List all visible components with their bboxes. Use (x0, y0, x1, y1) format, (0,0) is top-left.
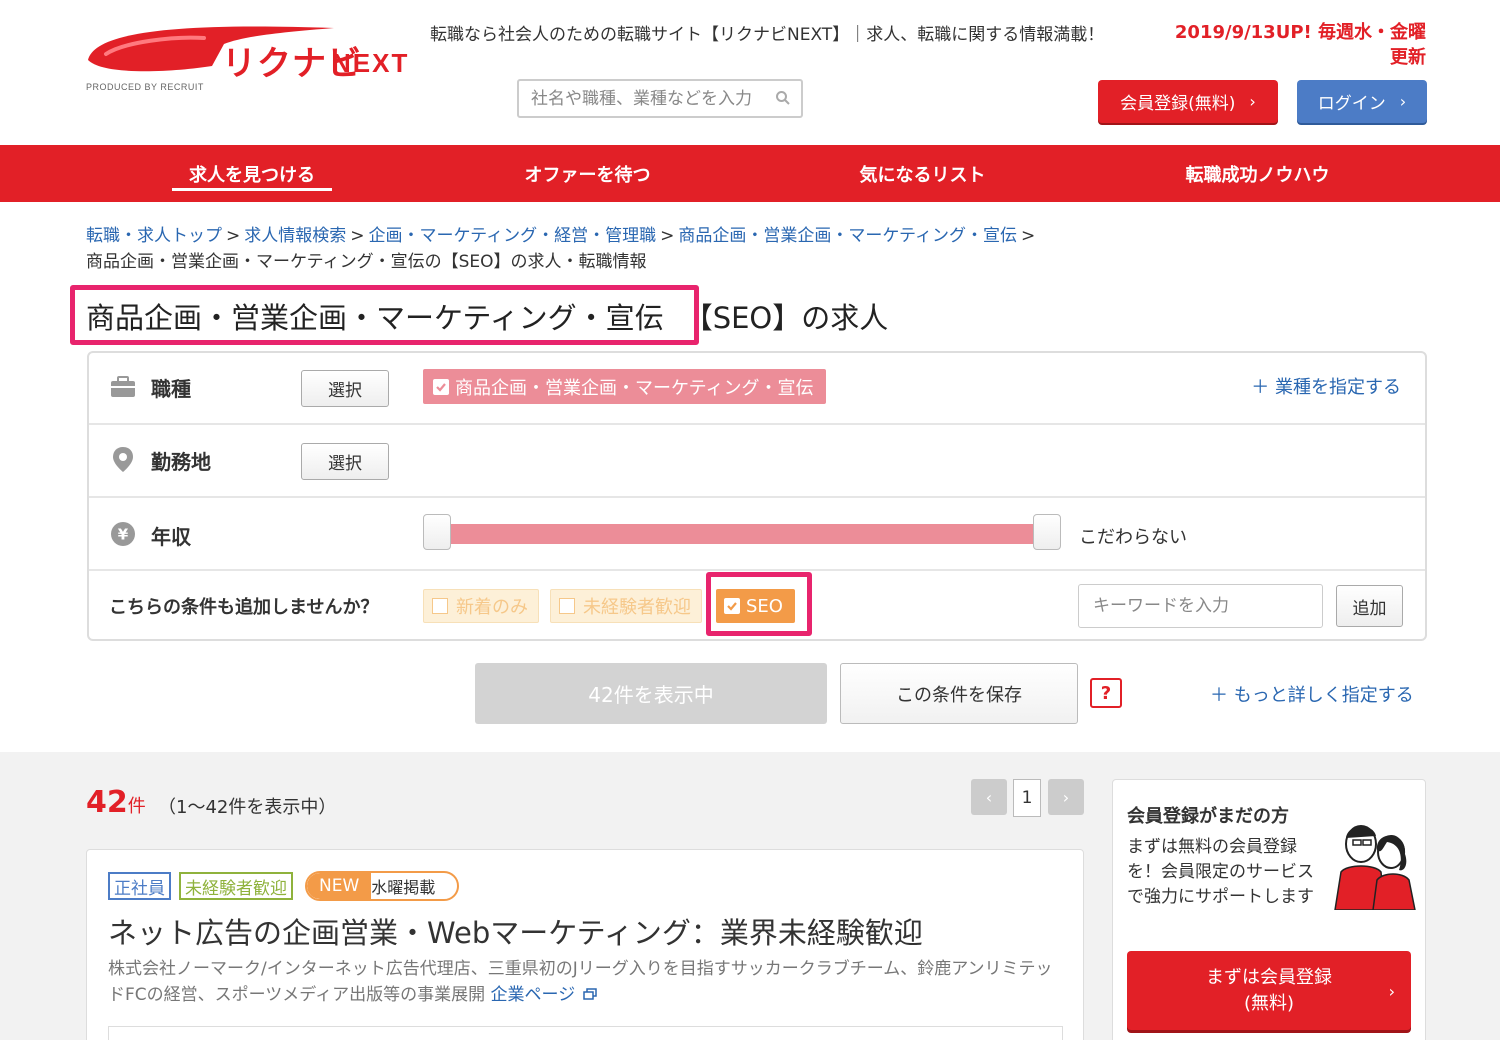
salary-slider-track[interactable] (437, 524, 1037, 544)
job-type-chip[interactable]: 商品企画・営業企画・マーケティング・宣伝 (423, 369, 826, 404)
pagination-page-number[interactable]: 1 (1013, 779, 1041, 817)
location-pin-icon (113, 447, 133, 472)
signup-promo-title: 会員登録がまだの方 (1127, 806, 1289, 827)
login-button[interactable]: ログイン › (1297, 80, 1427, 123)
conditions-label: こちらの条件も追加しませんか？ (109, 597, 379, 618)
salary-slider-max-handle[interactable] (1033, 514, 1061, 550)
checkbox-checked-icon (433, 378, 449, 395)
briefcase-icon (111, 376, 135, 397)
breadcrumb: 転職・求人トップ > 求人情報検索 > 企画・マーケティング・経営・管理職 > 商品企画・営… (86, 223, 1426, 275)
posting-day: 水曜掲載 (371, 878, 436, 897)
pagination-prev-button[interactable]: ‹ (971, 779, 1007, 815)
help-icon[interactable]: ? (1090, 678, 1122, 708)
condition-label: 未経験者歓迎 (583, 597, 691, 618)
job-type-select-button[interactable]: 選択 (301, 370, 389, 407)
signup-promo-button-text: まずは会員登録 (無料) (1206, 965, 1332, 1017)
filter-row-salary: ¥ 年収 こだわらない (89, 498, 1425, 571)
nav-wait-offers[interactable]: オファーを待つ (505, 145, 670, 202)
register-label: 会員登録(無料) (1120, 94, 1236, 114)
keyword-add-button[interactable]: 追加 (1336, 585, 1403, 627)
nav-find-jobs[interactable]: 求人を見つける (172, 145, 332, 202)
login-label: ログイン (1317, 94, 1386, 114)
breadcrumb-link[interactable]: 商品企画・営業企画・マーケティング・宣伝 (678, 226, 1017, 246)
logo-produced-by: PRODUCED BY RECRUIT (86, 82, 204, 92)
search-icon[interactable] (775, 90, 791, 106)
job-type-chip-label: 商品企画・営業企画・マーケティング・宣伝 (455, 377, 814, 399)
nav-favorites[interactable]: 気になるリスト (840, 145, 1005, 202)
title-highlight-frame (70, 285, 699, 345)
yen-icon: ¥ (111, 522, 135, 546)
result-count-number: 42 (86, 785, 128, 820)
breadcrumb-separator: > (660, 226, 675, 246)
breadcrumb-separator: > (1021, 226, 1036, 246)
salary-value-text: こだわらない (1079, 527, 1187, 548)
location-select-button[interactable]: 選択 (301, 443, 389, 480)
signup-promo-description: まずは無料の会員登録を！会員限定のサービスで強力にサポートします (1127, 837, 1314, 907)
filter-row-location: 勤務地 選択 (89, 425, 1425, 498)
save-conditions-button[interactable]: この条件を保存 (840, 663, 1078, 724)
signup-promo-button-line2: (無料) (1243, 992, 1295, 1014)
people-illustration-icon (1334, 825, 1416, 910)
seo-highlight-frame (706, 572, 812, 636)
search-input[interactable] (519, 81, 759, 116)
job-card-detail-box (108, 1026, 1063, 1040)
location-label: 勤務地 (151, 450, 211, 474)
breadcrumb-link[interactable]: 企画・マーケティング・経営・管理職 (369, 226, 657, 246)
checkbox-empty-icon (432, 598, 448, 614)
condition-label: 新着のみ (456, 597, 528, 618)
condition-inexperienced-welcome[interactable]: 未経験者歓迎 (550, 589, 702, 623)
signup-promo-button-line1: まずは会員登録 (1206, 966, 1332, 988)
breadcrumb-separator: > (226, 226, 241, 246)
result-range: （1～42件を表示中） (158, 797, 337, 818)
breadcrumb-link[interactable]: 転職・求人トップ (86, 226, 222, 246)
site-logo[interactable]: リクナビ NEXT PRODUCED BY RECRUIT (84, 20, 424, 95)
filter-row-job-type: 職種 選択 商品企画・営業企画・マーケティング・宣伝 ＋ 業種を指定する (89, 353, 1425, 425)
breadcrumb-separator: > (350, 226, 365, 246)
pagination-next-button[interactable]: › (1048, 779, 1084, 815)
job-title[interactable]: ネット広告の企画営業・Webマーケティング：業界未経験歓迎 (108, 910, 923, 952)
condition-new-only[interactable]: 新着のみ (423, 589, 539, 623)
more-conditions-link[interactable]: ＋ もっと詳しく指定する (1210, 681, 1414, 707)
signup-promo-panel: 会員登録がまだの方 まずは無料の会員登録を！会員限定のサービスで強力にサポートし… (1112, 779, 1426, 1040)
company-page-link[interactable]: 企業ページ (491, 985, 597, 1005)
job-description: 株式会社ノーマーク/インターネット広告代理店、三重県初のJリーグ入りを目指すサッ… (108, 956, 1058, 1008)
job-type-label: 職種 (151, 377, 191, 401)
signup-promo-button[interactable]: まずは会員登録 (無料) › (1127, 951, 1411, 1030)
site-header: リクナビ NEXT PRODUCED BY RECRUIT 転職なら社会人のため… (0, 0, 1500, 145)
result-count: 42件 (86, 785, 146, 820)
logo-next: NEXT (332, 48, 410, 78)
register-button[interactable]: 会員登録(無料) › (1098, 80, 1278, 123)
tag-full-time: 正社員 (108, 872, 171, 900)
chevron-right-icon: › (1249, 92, 1256, 111)
breadcrumb-link[interactable]: 求人情報検索 (244, 226, 346, 246)
salary-slider-min-handle[interactable] (423, 514, 451, 550)
company-page-label: 企業ページ (490, 985, 576, 1005)
job-card[interactable]: 正社員 未経験者歓迎 NEW 水曜掲載 ネット広告の企画営業・Webマーケティン… (86, 849, 1084, 1040)
header-search (517, 79, 803, 118)
external-window-icon (582, 988, 597, 1000)
show-results-button[interactable]: 42件を表示中 (475, 663, 827, 724)
main-nav: 求人を見つける オファーを待つ 気になるリスト 転職成功ノウハウ (0, 145, 1500, 202)
keyword-input[interactable] (1078, 584, 1323, 628)
nav-knowhow[interactable]: 転職成功ノウハウ (1170, 145, 1345, 202)
search-filter-panel: 職種 選択 商品企画・営業企画・マーケティング・宣伝 ＋ 業種を指定する 勤務地… (87, 351, 1427, 641)
result-count-unit: 件 (127, 796, 146, 817)
chevron-right-icon: › (1399, 92, 1407, 111)
tag-inexperienced-welcome: 未経験者歓迎 (179, 872, 293, 900)
chevron-right-icon: › (1388, 982, 1395, 1001)
site-tagline: 転職なら社会人のための転職サイト【リクナビNEXT】｜求人、転職に関する情報満載… (430, 25, 1105, 45)
breadcrumb-current: 商品企画・営業企画・マーケティング・宣伝の【SEO】の求人・転職情報 (86, 252, 647, 272)
checkbox-empty-icon (559, 598, 575, 614)
salary-label: 年収 (151, 525, 191, 549)
new-badge: NEW (307, 873, 372, 899)
tag-new: NEW 水曜掲載 (305, 871, 459, 901)
svg-text:¥: ¥ (118, 526, 129, 544)
update-notice: 2019/9/13UP! 毎週水・金曜更新 (1174, 22, 1426, 68)
add-industry-link[interactable]: ＋ 業種を指定する (1251, 373, 1401, 399)
page-title-suffix: 【SEO】の求人 (683, 301, 889, 335)
